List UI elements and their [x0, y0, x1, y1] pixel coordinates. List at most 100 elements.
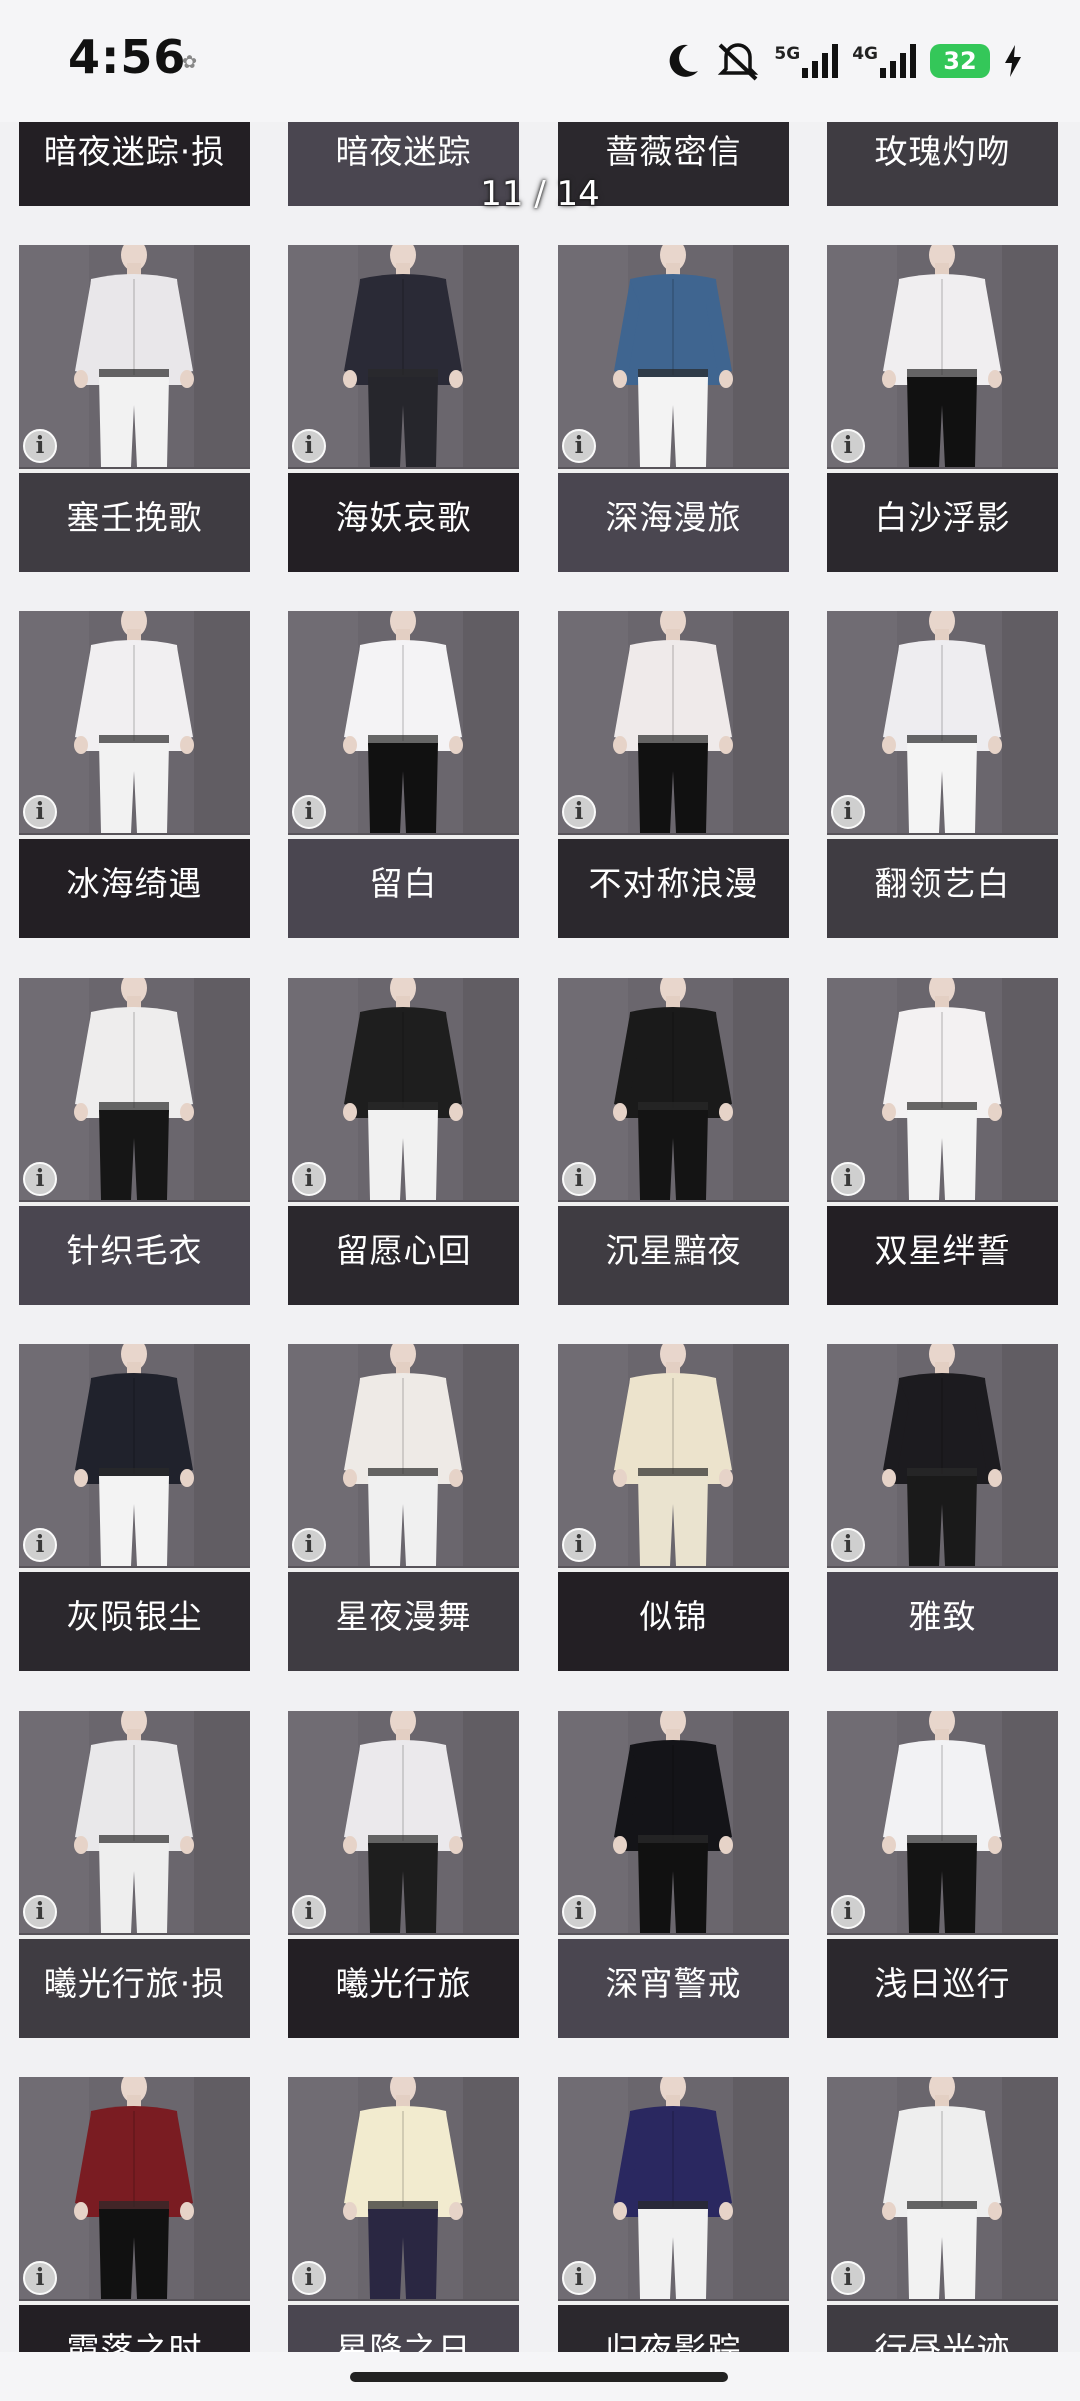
outfit-card[interactable]: i 曦光行旅 [288, 1711, 519, 2038]
status-bar: 4:56 ✿ 5G 4G 32 [0, 0, 1080, 122]
outfit-card[interactable]: i 浅日巡行 [827, 1711, 1058, 2038]
card-label-area: 沉星黯夜 [558, 1206, 789, 1305]
outfit-card[interactable]: i 似锦 [558, 1344, 789, 1671]
outfit-preview: i [19, 978, 250, 1200]
card-label-area: 深宵警戒 [558, 1939, 789, 2038]
charging-bolt-icon [1004, 45, 1022, 77]
outfit-name: 灰陨银尘 [66, 1597, 203, 1636]
outfit-card[interactable]: i 海妖哀歌 [288, 245, 519, 572]
info-icon[interactable]: i [292, 1162, 326, 1196]
info-icon[interactable]: i [23, 1895, 57, 1929]
info-icon[interactable]: i [292, 1895, 326, 1929]
outfit-preview: i [827, 978, 1058, 1200]
info-icon[interactable]: i [831, 1895, 865, 1929]
outfit-card[interactable]: i 行昼光迹 [827, 2077, 1058, 2352]
page-indicator: 11 / 14 [480, 174, 600, 214]
outfit-name: 塞壬挽歌 [66, 498, 203, 537]
outfit-name: 双星绊誓 [874, 1231, 1011, 1270]
outfit-figure [558, 1711, 789, 1933]
info-icon[interactable]: i [562, 795, 596, 829]
network-label-5g: 5G [774, 44, 801, 64]
info-icon[interactable]: i [292, 429, 326, 463]
info-icon[interactable]: i [23, 2261, 57, 2295]
outfit-figure [19, 2077, 250, 2299]
outfit-card[interactable]: i 曦光行旅·损 [19, 1711, 250, 2038]
outfit-figure [288, 1344, 519, 1566]
info-icon[interactable]: i [562, 429, 596, 463]
info-icon[interactable]: i [831, 1528, 865, 1562]
outfit-preview: i [827, 2077, 1058, 2299]
info-icon[interactable]: i [23, 429, 57, 463]
outfit-name: 冰海绮遇 [66, 864, 203, 903]
outfit-card[interactable]: i 沉星黯夜 [558, 978, 789, 1305]
outfit-figure [19, 978, 250, 1200]
info-icon[interactable]: i [23, 1162, 57, 1196]
info-icon[interactable]: i [562, 1162, 596, 1196]
info-icon[interactable]: i [831, 429, 865, 463]
outfit-name: 星降之日 [335, 2330, 472, 2352]
info-icon[interactable]: i [23, 795, 57, 829]
info-icon[interactable]: i [292, 2261, 326, 2295]
signal-5g-icon: 5G [774, 44, 839, 78]
outfit-figure [827, 1711, 1058, 1933]
outfit-card[interactable]: i 星降之日 [288, 2077, 519, 2352]
info-icon[interactable]: i [23, 1528, 57, 1562]
moon-icon [664, 41, 702, 81]
info-icon[interactable]: i [562, 2261, 596, 2295]
outfit-preview: i [558, 2077, 789, 2299]
outfit-name: 留愿心回 [335, 1231, 472, 1270]
outfit-card[interactable]: i 翻领艺白 [827, 611, 1058, 938]
info-icon[interactable]: i [831, 795, 865, 829]
outfit-figure [19, 1711, 250, 1933]
outfit-card[interactable]: i 冰海绮遇 [19, 611, 250, 938]
outfit-figure [19, 1344, 250, 1566]
outfit-name: 不对称浪漫 [588, 864, 759, 903]
outfit-figure [827, 611, 1058, 833]
outfit-preview: i [288, 245, 519, 467]
outfit-name: 归夜影踪 [605, 2330, 742, 2352]
outfit-card[interactable]: i 灰陨银尘 [19, 1344, 250, 1671]
outfit-card[interactable]: i 留白 [288, 611, 519, 938]
info-icon[interactable]: i [831, 1162, 865, 1196]
outfit-preview: i [558, 1711, 789, 1933]
info-icon[interactable]: i [292, 795, 326, 829]
outfit-name: 曦光行旅·损 [43, 1964, 226, 2003]
card-label-area: 海妖哀歌 [288, 473, 519, 572]
outfit-card[interactable]: i 归夜影踪 [558, 2077, 789, 2352]
outfit-name: 翻领艺白 [874, 864, 1011, 903]
outfit-card[interactable]: i 双星绊誓 [827, 978, 1058, 1305]
outfit-card[interactable]: i 雅致 [827, 1344, 1058, 1671]
card-label-area: 留愿心回 [288, 1206, 519, 1305]
outfit-card[interactable]: i 深宵警戒 [558, 1711, 789, 2038]
outfit-name: 深宵警戒 [605, 1964, 742, 2003]
outfit-card[interactable]: i 针织毛衣 [19, 978, 250, 1305]
info-icon[interactable]: i [562, 1895, 596, 1929]
info-icon[interactable]: i [292, 1528, 326, 1562]
outfit-card[interactable]: i 星夜漫舞 [288, 1344, 519, 1671]
card-label-area: 星降之日 [288, 2305, 519, 2352]
card-label-area: 霞落之时 [19, 2305, 250, 2352]
outfit-preview: i [288, 611, 519, 833]
outfit-preview: i [558, 1344, 789, 1566]
info-icon[interactable]: i [562, 1528, 596, 1562]
outfit-name: 星夜漫舞 [335, 1597, 472, 1636]
outfit-card[interactable]: i 塞壬挽歌 [19, 245, 250, 572]
outfit-figure [19, 611, 250, 833]
info-icon[interactable]: i [831, 2261, 865, 2295]
outfit-card[interactable]: i 白沙浮影 [827, 245, 1058, 572]
outfit-figure [558, 1344, 789, 1566]
network-label-4g: 4G [852, 44, 878, 64]
outfit-gallery[interactable]: 11 / 14 i 暗夜迷踪·损 i 暗夜迷踪 i 蔷薇密信 i 玫瑰灼吻 i 塞壬挽歌 i 海妖哀歌… [0, 122, 1080, 2352]
outfit-name: 似锦 [639, 1597, 708, 1636]
outfit-card[interactable]: i 不对称浪漫 [558, 611, 789, 938]
outfit-card[interactable]: i 霞落之时 [19, 2077, 250, 2352]
outfit-card[interactable]: i 留愿心回 [288, 978, 519, 1305]
outfit-figure [288, 611, 519, 833]
card-label-area: 雅致 [827, 1572, 1058, 1671]
outfit-name: 白沙浮影 [874, 498, 1011, 537]
outfit-figure [827, 245, 1058, 467]
outfit-card[interactable]: i 深海漫旅 [558, 245, 789, 572]
outfit-figure [288, 2077, 519, 2299]
outfit-name: 浅日巡行 [874, 1964, 1011, 2003]
home-indicator[interactable] [350, 2372, 728, 2382]
